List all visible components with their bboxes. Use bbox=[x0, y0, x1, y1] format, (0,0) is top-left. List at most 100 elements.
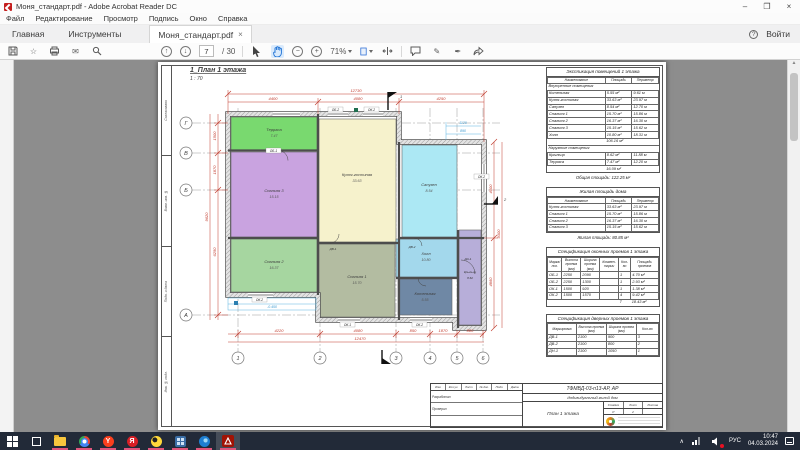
svg-text:1: 1 bbox=[236, 356, 239, 362]
maximize-button[interactable]: ❐ bbox=[756, 0, 778, 13]
svg-text:12470: 12470 bbox=[354, 336, 366, 341]
taskbar-calculator-icon[interactable] bbox=[168, 432, 192, 450]
task-view-button[interactable] bbox=[24, 432, 48, 450]
svg-text:ОК-2: ОК-2 bbox=[256, 298, 263, 302]
scrollbar-thumb[interactable] bbox=[790, 73, 798, 141]
svg-text:4: 4 bbox=[428, 356, 431, 362]
chevron-down-icon bbox=[348, 50, 352, 53]
network-icon[interactable] bbox=[691, 435, 703, 447]
help-icon[interactable]: ? bbox=[749, 30, 758, 39]
page-number-input[interactable]: 7 bbox=[199, 45, 214, 57]
fill-sign-icon[interactable]: ✒ bbox=[451, 45, 464, 58]
table-row: ДН-1210010501 bbox=[548, 348, 659, 355]
save-icon[interactable] bbox=[6, 45, 19, 58]
stamp-label: Подп. и дата bbox=[164, 281, 168, 302]
svg-text:4080: 4080 bbox=[354, 328, 364, 333]
tab-home[interactable]: Главная bbox=[0, 25, 56, 43]
svg-text:8.54: 8.54 bbox=[426, 189, 433, 193]
svg-text:850: 850 bbox=[410, 328, 417, 333]
svg-text:10.80: 10.80 bbox=[422, 258, 431, 262]
svg-text:890: 890 bbox=[460, 129, 466, 133]
sheet-title: План 1 этажа bbox=[523, 402, 604, 427]
clock[interactable]: 10:47 04.03.2024 bbox=[748, 434, 778, 448]
menu-window[interactable]: Окно bbox=[190, 14, 207, 23]
svg-text:В: В bbox=[184, 151, 188, 157]
svg-text:1120: 1120 bbox=[459, 121, 467, 125]
tab-document[interactable]: Моня_стандарт.pdf × bbox=[149, 25, 251, 43]
print-icon[interactable] bbox=[48, 45, 61, 58]
zoom-in-button[interactable]: + bbox=[311, 46, 322, 57]
svg-text:2: 2 bbox=[503, 197, 507, 202]
next-page-button[interactable]: ↓ bbox=[180, 46, 191, 57]
select-tool-icon[interactable] bbox=[250, 45, 263, 58]
table-row: Крыльцо8.62 м²11.88 м bbox=[548, 152, 659, 159]
prev-page-button[interactable]: ↑ bbox=[161, 46, 172, 57]
plan-title: 1_План 1 этажа bbox=[190, 67, 246, 74]
language-indicator[interactable]: РУС bbox=[729, 438, 741, 444]
svg-text:4860: 4860 bbox=[488, 277, 493, 287]
svg-text:ОБ-1: ОБ-1 bbox=[270, 149, 278, 153]
svg-text:ОК-2: ОК-2 bbox=[368, 108, 375, 112]
svg-text:ОК-1: ОК-1 bbox=[344, 323, 351, 327]
taskbar-acrobat-icon[interactable] bbox=[216, 432, 240, 450]
taskbar-photos-icon[interactable] bbox=[192, 432, 216, 450]
zoom-level-dropdown[interactable]: 71% bbox=[330, 47, 352, 56]
table-row: Спальня 115.70 м²15.86 м bbox=[548, 111, 659, 118]
close-button[interactable]: × bbox=[778, 0, 800, 13]
pencil-icon[interactable]: ✎ bbox=[430, 45, 443, 58]
taskbar: Y Я ∧ РУС 10:47 04.03.2024 bbox=[0, 432, 800, 450]
star-icon[interactable]: ☆ bbox=[27, 45, 40, 58]
tray-chevron-icon[interactable]: ∧ bbox=[680, 438, 684, 445]
hand-tool-icon[interactable] bbox=[271, 45, 284, 58]
zoom-out-button[interactable]: − bbox=[292, 46, 303, 57]
menu-file[interactable]: Файл bbox=[6, 14, 24, 23]
menu-help[interactable]: Справка bbox=[218, 14, 247, 23]
taskbar-yandex-browser-icon[interactable]: Y bbox=[96, 432, 120, 450]
menu-edit[interactable]: Редактирование bbox=[35, 14, 92, 23]
explication-table: Экспликация помещений 1 этажа Наименован… bbox=[546, 67, 660, 173]
vertical-scrollbar[interactable]: ▲ bbox=[787, 60, 800, 432]
scroll-up-icon[interactable]: ▲ bbox=[792, 60, 797, 66]
minimize-button[interactable]: – bbox=[734, 0, 756, 13]
comment-icon[interactable] bbox=[409, 45, 422, 58]
taskbar-yandex-icon[interactable]: Я bbox=[120, 432, 144, 450]
tab-tools[interactable]: Инструменты bbox=[56, 25, 133, 43]
action-center-icon[interactable] bbox=[785, 437, 794, 445]
svg-text:9620: 9620 bbox=[204, 212, 209, 222]
start-button[interactable] bbox=[0, 432, 24, 450]
room-boiler bbox=[398, 279, 452, 315]
svg-text:12730: 12730 bbox=[350, 88, 362, 93]
menu-sign[interactable]: Подпись bbox=[149, 14, 179, 23]
taskbar-explorer-icon[interactable] bbox=[48, 432, 72, 450]
time: 10:47 bbox=[763, 434, 778, 441]
svg-text:1: 1 bbox=[400, 94, 402, 99]
svg-text:16.37: 16.37 bbox=[270, 266, 280, 270]
company-logo bbox=[606, 417, 615, 426]
company-text bbox=[618, 417, 660, 426]
taskbar-chrome-icon[interactable] bbox=[72, 432, 96, 450]
email-icon[interactable]: ✉ bbox=[69, 45, 82, 58]
svg-text:Спальня 1: Спальня 1 bbox=[347, 274, 366, 279]
tab-close-icon[interactable]: × bbox=[238, 30, 243, 39]
send-tool-icon[interactable] bbox=[472, 45, 485, 58]
svg-text:Холл: Холл bbox=[420, 251, 431, 256]
svg-text:ДВ-1: ДВ-1 bbox=[329, 247, 337, 251]
stamp-column: Согласовано Взам. инв. № Подп. и дата Ин… bbox=[161, 65, 172, 427]
svg-text:8.62: 8.62 bbox=[467, 276, 473, 280]
project-object: Индивидуальный жилой дом bbox=[523, 394, 662, 402]
stamp-label: Взам. инв. № bbox=[164, 190, 168, 211]
volume-icon[interactable] bbox=[710, 435, 722, 447]
window-title: Моня_стандарт.pdf - Adobe Acrobat Reader… bbox=[16, 2, 734, 11]
table-row: Терраса7.47 м²12.20 м bbox=[548, 159, 659, 166]
navigation-pane-strip[interactable] bbox=[0, 60, 14, 432]
search-icon[interactable] bbox=[90, 45, 103, 58]
table-row: Котельная5.55 м²9.61 м bbox=[548, 90, 659, 97]
svg-text:4080: 4080 bbox=[354, 96, 364, 101]
table-row: Спальня 216.37 м²16.30 м bbox=[548, 218, 659, 225]
page-view-icon[interactable] bbox=[360, 45, 373, 58]
taskbar-yellow-app-icon[interactable] bbox=[144, 432, 168, 450]
screen: Моня_стандарт.pdf - Adobe Acrobat Reader… bbox=[0, 0, 800, 450]
menu-view[interactable]: Просмотр bbox=[104, 14, 138, 23]
signin-button[interactable]: Войти bbox=[766, 29, 790, 39]
fit-width-icon[interactable] bbox=[381, 45, 394, 58]
